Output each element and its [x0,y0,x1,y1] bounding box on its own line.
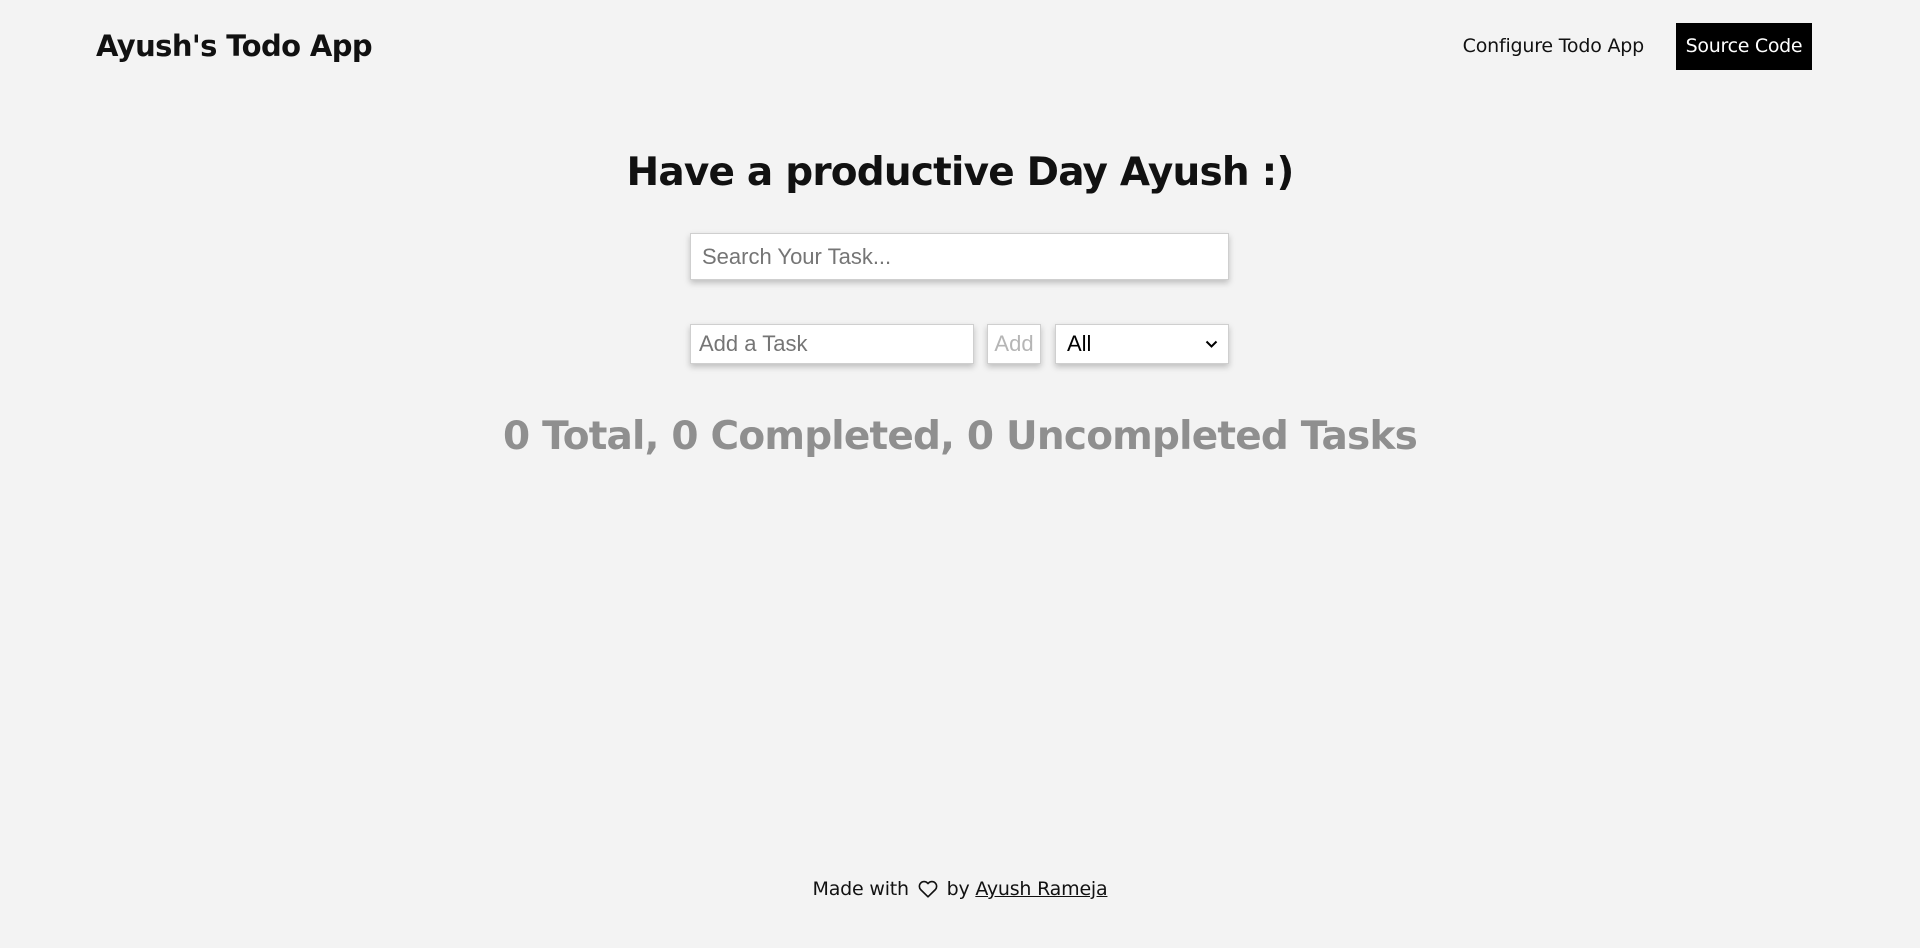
footer: Made with by Ayush Rameja [0,876,1920,902]
add-task-input[interactable]: Add a Task [690,324,974,364]
author-link[interactable]: Ayush Rameja [975,878,1107,900]
footer-by: by [946,878,970,900]
app-brand[interactable]: Ayush's Todo App [96,27,373,65]
task-stats: 0 Total, 0 Completed, 0 Uncompleted Task… [502,414,1418,459]
search-placeholder: Search Your Task... [702,243,892,269]
heart-icon [918,880,938,898]
search-input[interactable]: Search Your Task... [690,233,1229,280]
filter-select[interactable]: All [1055,324,1229,364]
page-title: Have a productive Day Ayush :) [626,150,1295,195]
add-task-placeholder: Add a Task [699,331,808,356]
configure-todo-app-link[interactable]: Configure Todo App [1463,33,1645,59]
source-code-button[interactable]: Source Code [1676,23,1812,70]
filter-selected-value: All [1067,331,1092,356]
footer-made-with: Made with [812,878,910,900]
add-task-button[interactable]: Add [987,324,1041,364]
chevron-down-icon [1205,340,1218,348]
